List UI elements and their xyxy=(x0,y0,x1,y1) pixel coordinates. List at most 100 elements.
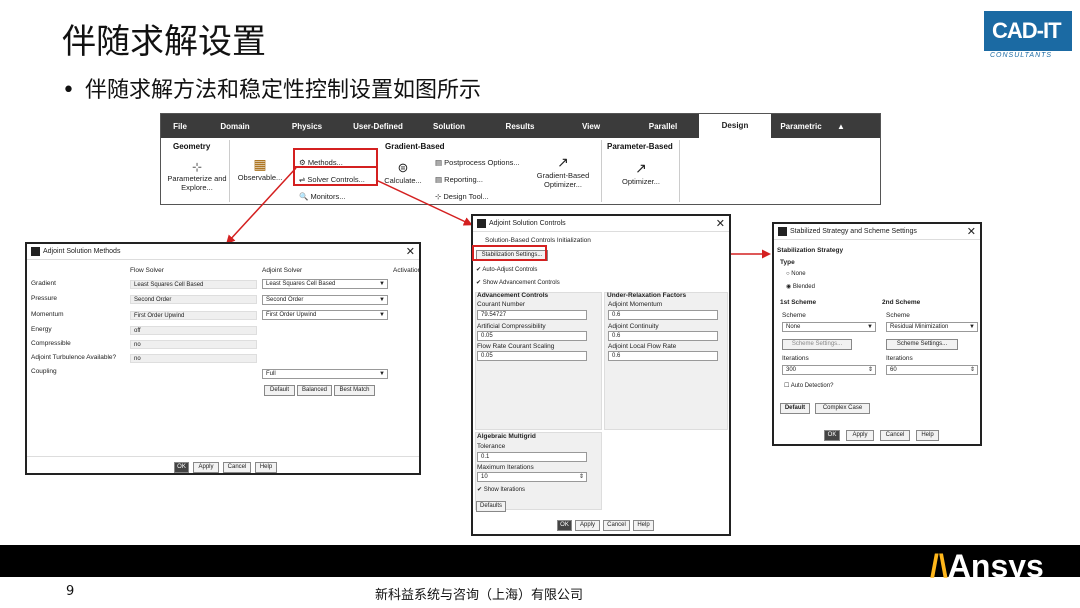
company-name: 新科益系统与咨询（上海）有限公司 xyxy=(375,588,584,603)
ansys-text: Ansys xyxy=(947,548,1044,584)
row-label: Coupling xyxy=(31,368,57,375)
momentum-input[interactable]: 0.6 xyxy=(608,310,718,320)
courant-label: Courant Number xyxy=(477,301,526,308)
help-button[interactable]: Help xyxy=(255,462,277,473)
methods-titlebar: Adjoint Solution Methods ✕ xyxy=(27,244,419,260)
close-icon[interactable]: ✕ xyxy=(967,225,976,238)
first-scheme-title: 1st Scheme xyxy=(780,299,817,306)
scheme2-select[interactable]: Residual Minimization ▼ xyxy=(886,322,978,332)
scheme1-select[interactable]: None ▼ xyxy=(782,322,876,332)
col-flow-solver: Flow Solver xyxy=(130,267,164,274)
check-icon: ✔ xyxy=(477,487,484,493)
dropdown-icon: ▼ xyxy=(379,371,385,377)
iterations2-value: 60 xyxy=(890,367,897,373)
row-label: Energy xyxy=(31,326,52,333)
max-iterations-label: Maximum Iterations xyxy=(477,464,534,471)
momentum-label: Adjoint Momentum xyxy=(608,301,663,308)
iterations2-label: Iterations xyxy=(886,355,913,362)
spinner-icon[interactable]: ⇕ xyxy=(579,473,584,481)
iterations1-label: Iterations xyxy=(782,355,809,362)
dropdown-icon: ▼ xyxy=(969,324,975,330)
flowrate-label: Flow Rate Courant Scaling xyxy=(477,343,555,350)
best-match-button[interactable]: Best Match xyxy=(334,385,375,396)
apply-button[interactable]: Apply xyxy=(193,462,219,473)
ok-button[interactable]: OK xyxy=(174,462,189,473)
courant-input[interactable]: 79.54727 xyxy=(477,310,587,320)
ok-button[interactable]: OK xyxy=(824,430,840,441)
tolerance-label: Tolerance xyxy=(477,443,506,450)
apply-button[interactable]: Apply xyxy=(575,520,600,531)
scheme2-label: Scheme xyxy=(886,312,910,319)
defaults-button[interactable]: Defaults xyxy=(476,501,506,512)
auto-adjust-label: Auto-Adjust Controls xyxy=(482,267,538,273)
none-label: None xyxy=(791,271,806,277)
controls-title: Adjoint Solution Controls xyxy=(489,220,566,227)
coupling-select[interactable]: Full ▼ xyxy=(262,369,388,379)
continuity-input[interactable]: 0.6 xyxy=(608,331,718,341)
flow-field: Least Squares Cell Based xyxy=(130,280,257,289)
dropdown-icon: ▼ xyxy=(379,281,385,287)
gradient-select[interactable]: Least Squares Cell Based ▼ xyxy=(262,279,388,289)
amg-title: Algebraic Multigrid xyxy=(477,433,536,440)
ansys-mark-icon: /\ xyxy=(930,548,948,584)
local-flow-rate-input[interactable]: 0.6 xyxy=(608,351,718,361)
controls-dialog: Adjoint Solution Controls ✕ Solution-Bas… xyxy=(471,214,731,536)
init-label: Solution-Based Controls Initialization xyxy=(485,237,591,244)
auto-detection-label: Auto Detection? xyxy=(790,383,834,389)
ok-button[interactable]: OK xyxy=(557,520,572,531)
complex-case-button[interactable]: Complex Case xyxy=(815,403,870,414)
iterations1-input[interactable]: 300 ⇕ xyxy=(782,365,876,375)
ansys-logo: /\Ansys xyxy=(930,548,1044,585)
continuity-label: Adjoint Continuity xyxy=(608,323,659,330)
max-iterations-input[interactable]: 10 ⇕ xyxy=(477,472,587,482)
scheme-dialog: Stabilized Strategy and Scheme Settings … xyxy=(772,222,982,446)
fluent-icon xyxy=(31,247,40,256)
stabilization-highlight xyxy=(472,245,547,261)
show-iterations-label: Show Iterations xyxy=(483,487,526,493)
type-none-radio[interactable]: ○ None xyxy=(786,271,806,277)
pressure-select[interactable]: Second Order ▼ xyxy=(262,295,388,305)
iterations2-input[interactable]: 60 ⇕ xyxy=(886,365,978,375)
scheme2-settings-button[interactable]: Scheme Settings... xyxy=(886,339,958,350)
momentum-select[interactable]: First Order Upwind ▼ xyxy=(262,310,388,320)
checkbox-empty-icon: ☐ xyxy=(784,383,791,389)
show-advancement-checkbox[interactable]: ✔ Show Advancement Controls xyxy=(476,279,560,286)
help-button[interactable]: Help xyxy=(633,520,654,531)
arrow-methods xyxy=(225,167,297,245)
spinner-icon[interactable]: ⇕ xyxy=(868,366,873,374)
default-button[interactable]: Default xyxy=(264,385,295,396)
type-label: Type xyxy=(780,259,795,266)
advancement-title: Advancement Controls xyxy=(477,292,549,299)
close-icon[interactable]: ✕ xyxy=(406,245,415,258)
help-button[interactable]: Help xyxy=(916,430,939,441)
balanced-button[interactable]: Balanced xyxy=(297,385,332,396)
select-value: Least Squares Cell Based xyxy=(266,281,336,287)
apply-button[interactable]: Apply xyxy=(846,430,874,441)
col-activation: Activation xyxy=(393,267,422,274)
type-blended-radio[interactable]: ◉ Blended xyxy=(786,283,815,290)
flowrate-input[interactable]: 0.05 xyxy=(477,351,587,361)
scheme1-settings-button[interactable]: Scheme Settings... xyxy=(782,339,852,350)
methods-title: Adjoint Solution Methods xyxy=(43,248,121,255)
row-label: Momentum xyxy=(31,311,64,318)
page-number: 9 xyxy=(66,584,75,599)
dropdown-icon: ▼ xyxy=(379,312,385,318)
spinner-icon[interactable]: ⇕ xyxy=(970,366,975,374)
show-iterations-checkbox[interactable]: ✔ Show Iterations xyxy=(477,486,525,493)
auto-adjust-checkbox[interactable]: ✔ Auto-Adjust Controls xyxy=(476,266,537,273)
select-value: Full xyxy=(266,371,276,377)
close-icon[interactable]: ✕ xyxy=(716,217,725,230)
select-value: None xyxy=(786,324,801,330)
cancel-button[interactable]: Cancel xyxy=(880,430,910,441)
dropdown-icon: ▼ xyxy=(379,297,385,303)
row-label: Adjoint Turbulence Available? xyxy=(31,354,117,361)
compress-input[interactable]: 0.05 xyxy=(477,331,587,341)
default-button[interactable]: Default xyxy=(780,403,810,414)
col-adjoint-solver: Adjoint Solver xyxy=(262,267,303,274)
flow-field: no xyxy=(130,354,257,363)
tolerance-input[interactable]: 0.1 xyxy=(477,452,587,462)
cancel-button[interactable]: Cancel xyxy=(223,462,251,473)
strategy-title: Stabilization Strategy xyxy=(777,247,844,254)
cancel-button[interactable]: Cancel xyxy=(603,520,630,531)
auto-detection-checkbox[interactable]: ☐ Auto Detection? xyxy=(784,382,833,389)
